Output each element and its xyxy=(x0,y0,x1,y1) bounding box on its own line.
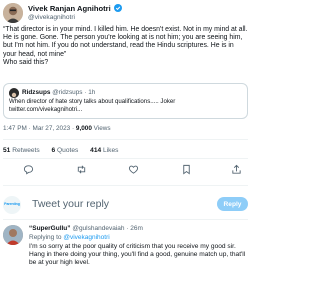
divider xyxy=(3,158,248,159)
replying-to-label: Replying to xyxy=(29,233,62,241)
tweet-author-row: Vivek Ranjan Agnihotri @vivekagnihotri xyxy=(3,3,248,23)
reply-composer: Parenting Reply xyxy=(3,193,248,215)
reply-author-name[interactable]: “SuperGullu” xyxy=(29,225,71,232)
reply-input[interactable] xyxy=(32,196,182,212)
share-icon[interactable] xyxy=(229,162,243,176)
reply-text: I'm so sorry at the poor quality of crit… xyxy=(29,242,246,266)
reply-time[interactable]: 26m xyxy=(130,225,143,232)
tweet-action-bar xyxy=(3,162,248,176)
retweets-stat[interactable]: 51 Retweets xyxy=(3,147,42,154)
quotes-label: Quotes xyxy=(57,147,79,154)
tweet-text: “That director is in your mind. I killed… xyxy=(3,26,248,66)
divider xyxy=(3,185,248,186)
reply-separator: · xyxy=(126,225,129,232)
retweet-icon[interactable] xyxy=(74,162,88,176)
quoted-separator: · xyxy=(84,88,87,96)
meta-separator: · xyxy=(71,125,75,132)
reply-author-handle[interactable]: @gulshandevaiah xyxy=(72,225,124,232)
bookmark-icon[interactable] xyxy=(179,162,193,176)
author-name[interactable]: Vivek Ranjan Agnihotri xyxy=(28,4,111,13)
quoted-tweet-header: Ridzsups @ridzsups · 1h xyxy=(22,89,95,97)
likes-stat[interactable]: 414 Likes xyxy=(90,147,118,154)
replying-to-handle[interactable]: @vivekagnihotri xyxy=(63,234,109,241)
current-user-avatar-text: Parenting xyxy=(4,202,20,206)
reply-tweet[interactable]: “SuperGullu” @gulshandevaiah · 26m Reply… xyxy=(3,222,248,280)
views-label: Views xyxy=(93,125,111,132)
views-count: 9,000 xyxy=(75,125,92,132)
author-handle[interactable]: @vivekagnihotri xyxy=(28,14,75,22)
tweet-page: Vivek Ranjan Agnihotri @vivekagnihotri “… xyxy=(0,0,251,281)
quoted-author-avatar xyxy=(9,88,19,98)
author-avatar[interactable] xyxy=(3,3,23,23)
divider xyxy=(3,219,248,220)
quoted-author-handle: @ridzsups xyxy=(52,88,83,96)
tweet-meta: 1:47 PM · Mar 27, 2023 · 9,000 Views xyxy=(3,125,111,133)
quoted-tweet-card[interactable]: Ridzsups @ridzsups · 1h When director of… xyxy=(3,83,248,119)
likes-count: 414 xyxy=(90,147,102,154)
like-icon[interactable] xyxy=(126,162,140,176)
verified-badge-icon xyxy=(113,4,122,12)
author-name-line[interactable]: Vivek Ranjan Agnihotri xyxy=(28,4,122,13)
reply-author-avatar[interactable] xyxy=(3,225,23,245)
retweets-count: 51 xyxy=(3,147,11,154)
retweets-label: Retweets xyxy=(12,147,40,154)
reply-button[interactable]: Reply xyxy=(217,197,248,211)
reply-icon[interactable] xyxy=(21,162,35,176)
replying-to: Replying to @vivekagnihotri xyxy=(29,234,110,242)
quoted-time: 1h xyxy=(88,88,96,96)
likes-label: Likes xyxy=(103,147,119,154)
current-user-avatar[interactable]: Parenting xyxy=(3,196,21,214)
quotes-count: 6 xyxy=(51,147,56,154)
quoted-tweet-text: When director of hate story talks about … xyxy=(9,98,176,113)
tweet-time[interactable]: 1:47 PM xyxy=(3,125,27,132)
quotes-stat[interactable]: 6 Quotes xyxy=(52,147,81,154)
quoted-author-name: Ridzsups xyxy=(22,88,51,96)
engagement-stats: 51 Retweets 6 Quotes 414 Likes xyxy=(3,147,128,155)
tweet-date[interactable]: Mar 27, 2023 xyxy=(33,125,71,132)
divider xyxy=(3,139,248,140)
reply-header: “SuperGullu” @gulshandevaiah · 26m xyxy=(29,225,143,233)
meta-separator: · xyxy=(28,125,31,132)
